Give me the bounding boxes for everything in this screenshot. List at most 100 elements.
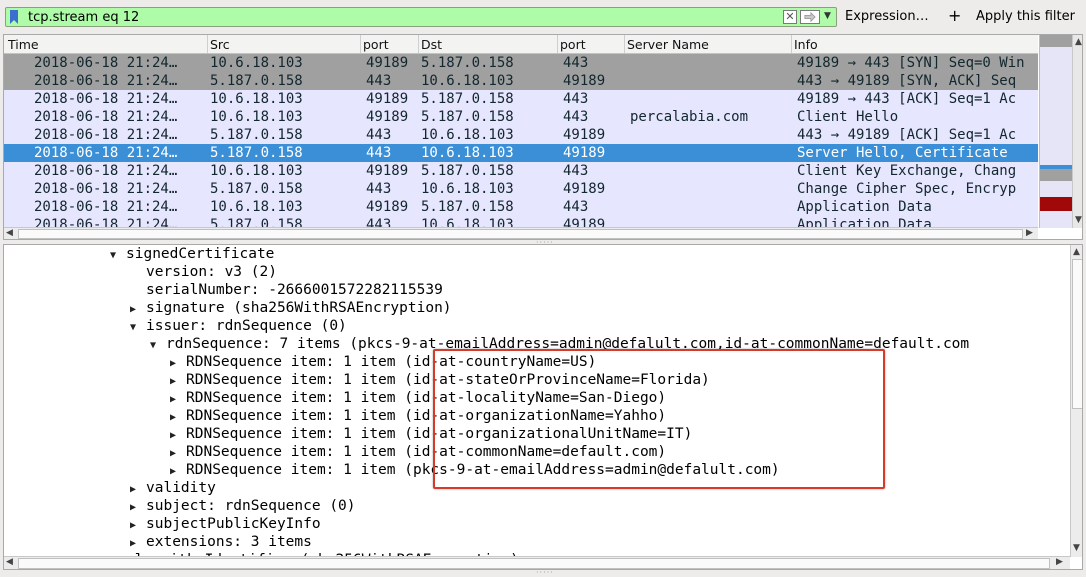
packet-cell-src: 10.6.18.103 — [210, 55, 303, 71]
packet-cell-src: 5.187.0.158 — [210, 181, 303, 197]
packet-row[interactable]: 2018-06-18 21:24… 10.6.18.103 49189 5.187.0… — [4, 54, 1038, 72]
column-header[interactable]: Server Name — [627, 37, 709, 52]
scroll-up-icon[interactable]: ▲ — [1073, 247, 1080, 257]
tree-item-label: issuer: rdnSequence (0) — [146, 318, 347, 334]
filter-text[interactable]: tcp.stream eq 12 — [28, 10, 139, 25]
column-header[interactable]: Src — [210, 37, 230, 52]
packet-details: ▼ signedCertificate version: v3 (2) serialN… — [3, 244, 1083, 570]
packet-cell-dport: 443 — [563, 91, 589, 107]
packet-cell-sport: 49189 — [366, 199, 409, 215]
packet-cell-dport: 443 — [563, 199, 589, 215]
chevron-down-icon[interactable]: ▼ — [824, 11, 831, 21]
packet-cell-src: 5.187.0.158 — [210, 127, 303, 143]
display-filter-input[interactable]: tcp.stream eq 12 ✕ ▼ — [5, 7, 837, 27]
packet-cell-info: Application Data — [797, 199, 932, 215]
triangle-down-icon[interactable]: ▼ — [150, 337, 166, 355]
scroll-left-icon[interactable]: ◀ — [6, 228, 13, 238]
packet-cell-dport: 49189 — [563, 181, 606, 197]
packet-cell-sport: 49189 — [366, 109, 409, 125]
scrollbar-thumb[interactable] — [1072, 259, 1082, 409]
packet-cell-src: 10.6.18.103 — [210, 91, 303, 107]
packet-row[interactable]: 2018-06-18 21:24… 5.187.0.158 443 10.6.18.1… — [4, 72, 1038, 90]
column-separator[interactable] — [418, 35, 419, 53]
tree-item[interactable]: ▶ signature (sha256WithRSAEncryption) — [130, 299, 452, 317]
packet-cell-dst: 5.187.0.158 — [421, 163, 514, 179]
packet-cell-time: 2018-06-18 21:24… — [34, 199, 178, 215]
scroll-right-icon[interactable]: ▶ — [1026, 228, 1033, 238]
tree-item[interactable]: ▶ RDNSequence item: 1 item (id-at-country… — [170, 353, 596, 371]
packet-cell-time: 2018-06-18 21:24… — [34, 55, 178, 71]
apply-filter-button[interactable]: Apply this filter — [976, 9, 1075, 24]
packet-rows: 2018-06-18 21:24… 10.6.18.103 49189 5.187.0… — [4, 54, 1038, 228]
column-separator[interactable] — [360, 35, 361, 53]
column-separator[interactable] — [791, 35, 792, 53]
packet-row[interactable]: 2018-06-18 21:24… 10.6.18.103 49189 5.187.0… — [4, 198, 1038, 216]
triangle-down-icon[interactable]: ▼ — [130, 319, 146, 337]
column-header[interactable]: Info — [794, 37, 818, 52]
packet-list-vertical-scrollbar[interactable]: ▲ ▼ — [1072, 35, 1082, 228]
tree-item[interactable]: ▶ RDNSequence item: 1 item (id-at-localit… — [170, 389, 666, 407]
packet-cell-dst: 5.187.0.158 — [421, 199, 514, 215]
packet-cell-info: Client Hello — [797, 109, 899, 125]
scrollbar-thumb[interactable] — [18, 229, 1023, 239]
tree-item[interactable]: ▶ RDNSequence item: 1 item (pkcs-9-at-ema… — [170, 461, 780, 479]
packet-row-selected[interactable]: 2018-06-18 21:24… 5.187.0.158 443 10.6.18.1… — [4, 144, 1038, 162]
tree-item[interactable]: ▼ signedCertificate — [110, 245, 274, 263]
tree-item[interactable]: serialNumber: -2666001572282115539 — [130, 281, 443, 299]
scroll-down-icon[interactable]: ▼ — [1075, 215, 1082, 225]
bookmark-icon[interactable] — [9, 10, 19, 24]
tree-item[interactable]: ▶ validity — [130, 479, 216, 497]
tree-item-label: rdnSequence: 7 items (pkcs-9-at-emailAdd… — [166, 336, 970, 352]
packet-cell-dport: 443 — [563, 55, 589, 71]
filter-toolbar: tcp.stream eq 12 ✕ ▼ Expression… + Apply… — [0, 0, 1086, 34]
tree-item[interactable]: ▶ RDNSequence item: 1 item (id-at-stateOr… — [170, 371, 710, 389]
column-separator[interactable] — [207, 35, 208, 53]
packet-cell-info: 49189 → 443 [SYN] Seq=0 Win — [797, 55, 1025, 71]
add-filter-button-icon[interactable]: + — [948, 6, 961, 25]
column-header[interactable]: Dst — [421, 37, 442, 52]
scroll-up-icon[interactable]: ▲ — [1075, 37, 1082, 47]
tree-item[interactable]: ▶ extensions: 3 items — [130, 533, 312, 551]
packet-cell-time: 2018-06-18 21:24… — [34, 145, 178, 161]
scrollbar-thumb[interactable] — [18, 558, 1050, 569]
tree-item[interactable]: ▶ subject: rdnSequence (0) — [130, 497, 356, 515]
column-header[interactable]: Time — [8, 37, 39, 52]
packet-cell-dst: 5.187.0.158 — [421, 91, 514, 107]
tree-item[interactable]: ▶ RDNSequence item: 1 item (id-at-organiz… — [170, 425, 692, 443]
packet-list: Time Src port Dst port Server Name Info 2018-0… — [3, 34, 1083, 240]
tree-item[interactable]: ▼ issuer: rdnSequence (0) — [130, 317, 347, 335]
packet-row[interactable]: 2018-06-18 21:24… 10.6.18.103 49189 5.187.0… — [4, 90, 1038, 108]
apply-arrow-icon[interactable] — [800, 10, 820, 24]
scroll-right-icon[interactable]: ▶ — [1056, 557, 1063, 567]
tree-item[interactable]: ▼ rdnSequence: 7 items (pkcs-9-at-emailAd… — [150, 335, 969, 353]
tree-item[interactable]: ▶ subjectPublicKeyInfo — [130, 515, 321, 533]
clear-icon[interactable]: ✕ — [783, 10, 797, 24]
triangle-down-icon[interactable]: ▼ — [110, 247, 126, 265]
packet-cell-dst: 10.6.18.103 — [421, 127, 514, 143]
column-separator[interactable] — [557, 35, 558, 53]
details-vertical-scrollbar[interactable]: ▲ ▼ — [1070, 245, 1082, 557]
tree-item-label: RDNSequence item: 1 item (id-at-locality… — [186, 390, 667, 406]
packet-list-horizontal-scrollbar[interactable]: ◀ ▶ — [4, 227, 1038, 239]
packet-cell-src: 10.6.18.103 — [210, 163, 303, 179]
packet-row[interactable]: 2018-06-18 21:24… 5.187.0.158 443 10.6.18.1… — [4, 126, 1038, 144]
packet-cell-dport: 49189 — [563, 127, 606, 143]
tree-item[interactable]: ▶ RDNSequence item: 1 item (id-at-organiz… — [170, 407, 666, 425]
packet-cell-info: 443 → 49189 [ACK] Seq=1 Ac — [797, 127, 1017, 143]
tree-item-label: subject: rdnSequence (0) — [146, 498, 356, 514]
column-header[interactable]: port — [363, 37, 389, 52]
packet-row[interactable]: 2018-06-18 21:24… 10.6.18.103 49189 5.187.0… — [4, 108, 1038, 126]
scroll-down-icon[interactable]: ▼ — [1073, 543, 1080, 553]
expression-button[interactable]: Expression… — [845, 9, 929, 24]
packet-row[interactable]: 2018-06-18 21:24… 10.6.18.103 49189 5.187.0… — [4, 162, 1038, 180]
column-header[interactable]: port — [560, 37, 586, 52]
column-separator[interactable] — [624, 35, 625, 53]
packet-cell-sport: 443 — [366, 181, 392, 197]
packet-cell-dst: 10.6.18.103 — [421, 181, 514, 197]
packet-row[interactable]: 2018-06-18 21:24… 5.187.0.158 443 10.6.18.1… — [4, 180, 1038, 198]
tree-item[interactable]: ▶ RDNSequence item: 1 item (id-at-commonN… — [170, 443, 666, 461]
scroll-left-icon[interactable]: ◀ — [6, 557, 13, 567]
tree-item-label: RDNSequence item: 1 item (id-at-stateOrP… — [186, 372, 710, 388]
tree-item[interactable]: version: v3 (2) — [130, 263, 277, 281]
packet-minimap[interactable] — [1039, 35, 1072, 228]
